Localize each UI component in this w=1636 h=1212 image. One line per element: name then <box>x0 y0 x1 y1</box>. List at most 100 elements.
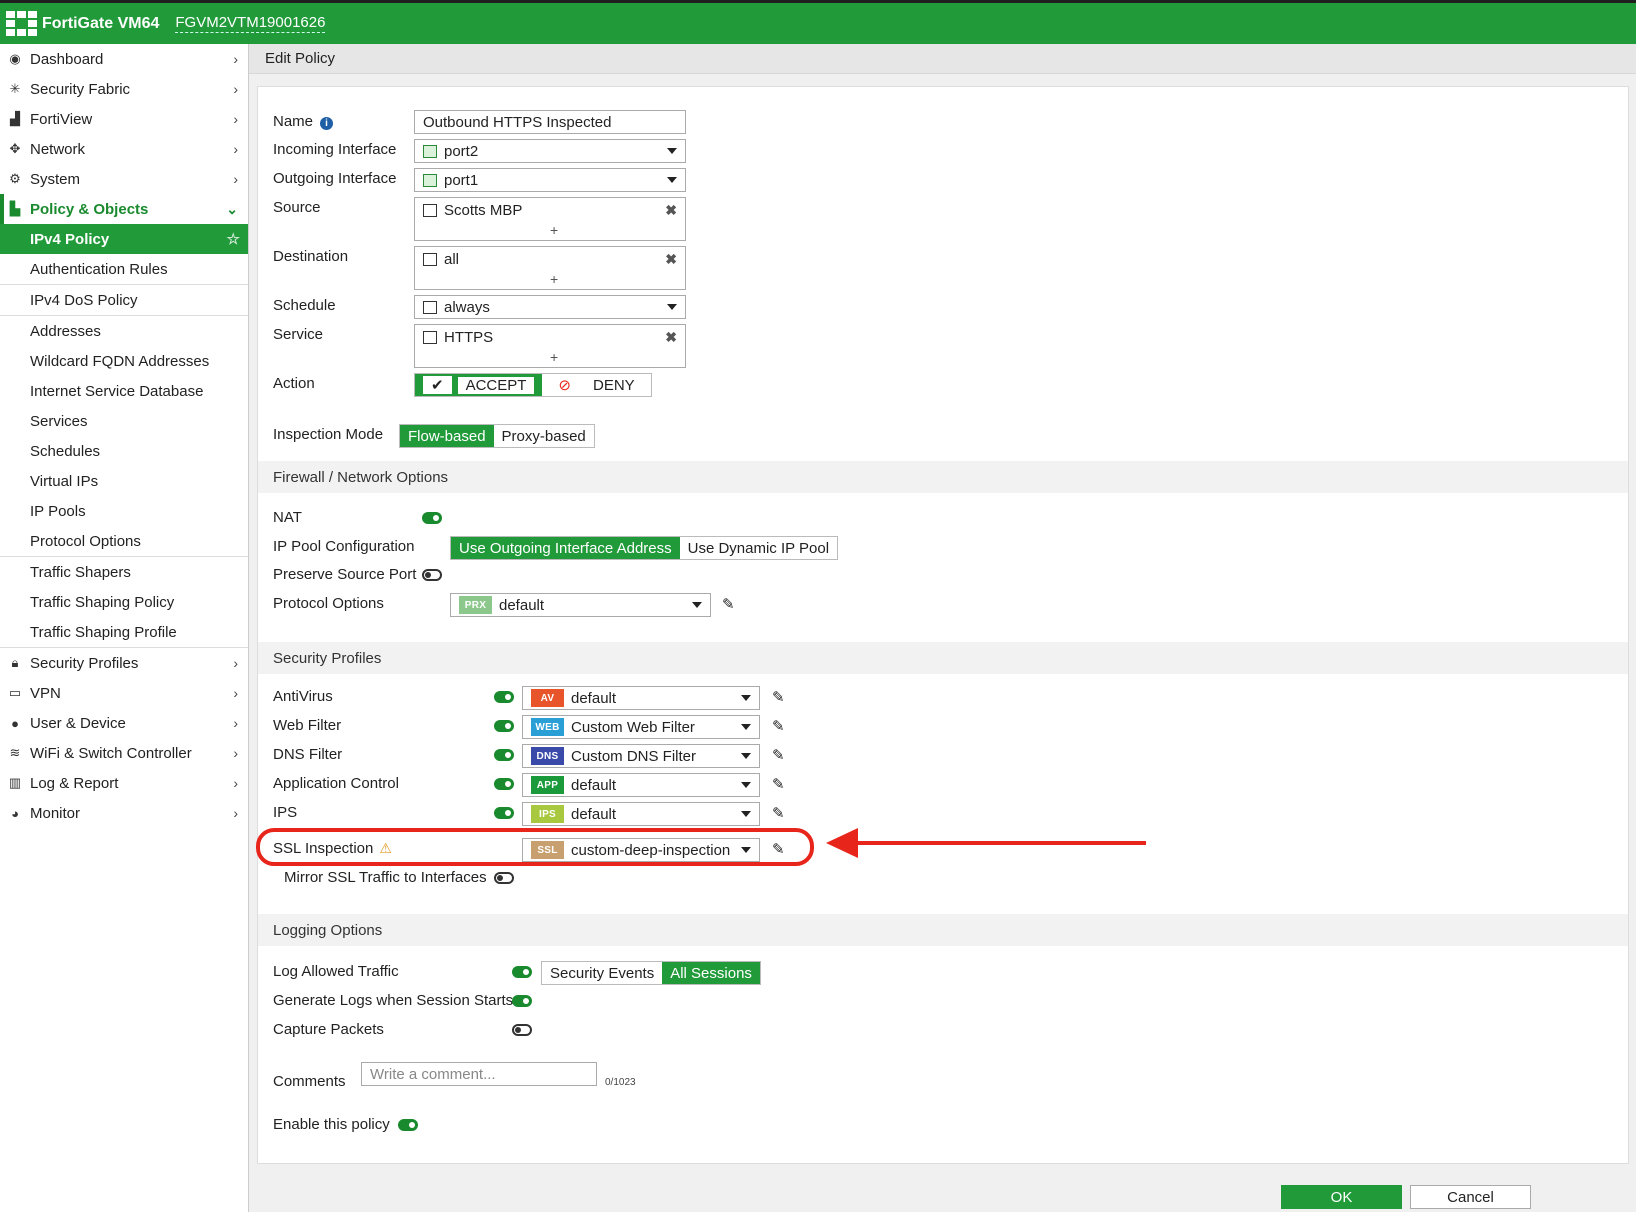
add-icon[interactable]: + <box>550 349 558 365</box>
edit-pencil-icon[interactable]: ✎ <box>772 746 785 764</box>
enable-policy-toggle[interactable] <box>398 1119 418 1131</box>
web-badge: WEB <box>531 718 564 736</box>
highlight-annotation <box>256 828 814 866</box>
application-control-toggle[interactable] <box>494 778 514 790</box>
address-icon <box>423 204 437 217</box>
network-icon: ✥ <box>9 141 21 156</box>
antivirus-toggle[interactable] <box>494 691 514 703</box>
cancel-button[interactable]: Cancel <box>1410 1185 1531 1209</box>
destination-field[interactable]: all ✖ + <box>414 246 686 290</box>
clock-icon <box>423 300 437 314</box>
sidebar-sub-addresses[interactable]: Addresses <box>0 316 248 346</box>
sidebar-item-monitor[interactable]: ◕ Monitor › <box>0 798 248 828</box>
user-icon: ● <box>11 715 19 731</box>
sidebar-sub-authentication-rules[interactable]: Authentication Rules <box>0 254 248 284</box>
outgoing-interface-select[interactable]: port1 <box>414 168 686 192</box>
nat-toggle[interactable] <box>422 512 442 524</box>
edit-pencil-icon[interactable]: ✎ <box>772 688 785 706</box>
sidebar-sub-services[interactable]: Services <box>0 406 248 436</box>
protocol-options-select[interactable]: PRX default <box>450 593 711 617</box>
sidebar-item-network[interactable]: ✥ Network › <box>0 134 248 164</box>
sidebar-item-wifi-switch[interactable]: ≋ WiFi & Switch Controller › <box>0 738 248 768</box>
info-icon[interactable]: i <box>320 117 334 130</box>
sidebar-item-vpn[interactable]: ▭ VPN › <box>0 678 248 708</box>
dns-filter-select[interactable]: DNS Custom DNS Filter <box>522 744 760 768</box>
sidebar-sub-ip-pools[interactable]: IP Pools <box>0 496 248 526</box>
edit-policy-form: Name i Outbound HTTPS Inspected Incoming … <box>257 86 1629 1164</box>
sidebar-sub-schedules[interactable]: Schedules <box>0 436 248 466</box>
sidebar-item-policy-objects[interactable]: ▙ Policy & Objects ⌄ <box>0 194 248 224</box>
application-control-select[interactable]: APP default <box>522 773 760 797</box>
sidebar-sub-internet-service-db[interactable]: Internet Service Database <box>0 376 248 406</box>
sidebar-sub-ipv4-dos-policy[interactable]: IPv4 DoS Policy <box>0 285 248 315</box>
log-allowed-traffic-label: Log Allowed Traffic <box>273 963 399 980</box>
comments-input[interactable]: Write a comment... <box>361 1062 597 1086</box>
deny-button[interactable]: ⊘ DENY <box>542 374 651 396</box>
remove-icon[interactable]: ✖ <box>665 251 677 268</box>
chevron-right-icon: › <box>233 171 238 187</box>
sidebar-item-system[interactable]: ⚙ System › <box>0 164 248 194</box>
sidebar-sub-traffic-shapers[interactable]: Traffic Shapers <box>0 557 248 587</box>
flow-based-button[interactable]: Flow-based <box>400 425 494 447</box>
interface-icon <box>423 144 437 158</box>
caret-down-icon <box>741 695 751 701</box>
edit-pencil-icon[interactable]: ✎ <box>772 775 785 793</box>
sidebar-item-security-fabric[interactable]: ✳ Security Fabric › <box>0 74 248 104</box>
web-filter-toggle[interactable] <box>494 720 514 732</box>
web-filter-select[interactable]: WEB Custom Web Filter <box>522 715 760 739</box>
security-profiles-header: Security Profiles <box>258 642 1628 674</box>
edit-pencil-icon[interactable]: ✎ <box>722 595 735 613</box>
ips-toggle[interactable] <box>494 807 514 819</box>
sidebar-sub-traffic-shaping-policy[interactable]: Traffic Shaping Policy <box>0 587 248 617</box>
add-icon[interactable]: + <box>550 222 558 238</box>
chevron-right-icon: › <box>233 805 238 821</box>
ok-button[interactable]: OK <box>1281 1185 1402 1209</box>
capture-packets-label: Capture Packets <box>273 1021 384 1038</box>
serial-number[interactable]: FGVM2VTM19001626 <box>175 14 326 33</box>
preserve-source-port-toggle[interactable] <box>422 569 442 581</box>
add-icon[interactable]: + <box>550 271 558 287</box>
use-dynamic-ip-pool-button[interactable]: Use Dynamic IP Pool <box>679 537 838 559</box>
sidebar-sub-ipv4-policy[interactable]: IPv4 Policy ☆ <box>0 224 248 254</box>
mirror-ssl-toggle[interactable] <box>494 872 514 884</box>
use-outgoing-interface-button[interactable]: Use Outgoing Interface Address <box>451 537 680 559</box>
sidebar: ◉ Dashboard › ✳ Security Fabric › ▟ FortiView… <box>0 44 249 1212</box>
session-start-toggle[interactable] <box>512 995 532 1007</box>
preserve-source-port-label: Preserve Source Port <box>273 566 417 583</box>
log-allowed-traffic-toggle[interactable] <box>512 966 532 978</box>
sidebar-item-user-device[interactable]: ● User & Device › <box>0 708 248 738</box>
proxy-based-button[interactable]: Proxy-based <box>493 425 594 447</box>
sidebar-sub-wildcard-fqdn[interactable]: Wildcard FQDN Addresses <box>0 346 248 376</box>
accept-button[interactable]: ✔ ACCEPT <box>415 374 543 396</box>
incoming-interface-select[interactable]: port2 <box>414 139 686 163</box>
sidebar-sub-virtual-ips[interactable]: Virtual IPs <box>0 466 248 496</box>
sidebar-sub-protocol-options[interactable]: Protocol Options <box>0 526 248 556</box>
firewall-section-header: Firewall / Network Options <box>258 461 1628 493</box>
remove-icon[interactable]: ✖ <box>665 202 677 219</box>
sidebar-item-log-report[interactable]: ▥ Log & Report › <box>0 768 248 798</box>
sidebar-item-dashboard[interactable]: ◉ Dashboard › <box>0 44 248 74</box>
sidebar-item-security-profiles[interactable]: 🔒︎ Security Profiles › <box>0 648 248 678</box>
service-field[interactable]: HTTPS ✖ + <box>414 324 686 368</box>
ip-pool-label: IP Pool Configuration <box>273 538 415 555</box>
web-filter-label: Web Filter <box>273 717 342 734</box>
dns-filter-toggle[interactable] <box>494 749 514 761</box>
sidebar-sub-traffic-shaping-profile[interactable]: Traffic Shaping Profile <box>0 617 248 647</box>
all-sessions-button[interactable]: All Sessions <box>662 962 760 984</box>
source-field[interactable]: Scotts MBP ✖ + <box>414 197 686 241</box>
edit-pencil-icon[interactable]: ✎ <box>772 717 785 735</box>
capture-packets-toggle[interactable] <box>512 1024 532 1036</box>
star-icon[interactable]: ☆ <box>227 230 240 248</box>
remove-icon[interactable]: ✖ <box>665 329 677 346</box>
comments-counter: 0/1023 <box>605 1077 636 1088</box>
schedule-select[interactable]: always <box>414 295 686 319</box>
outgoing-interface-label: Outgoing Interface <box>273 170 397 187</box>
edit-pencil-icon[interactable]: ✎ <box>772 804 785 822</box>
chevron-down-icon: ⌄ <box>226 200 238 217</box>
dashboard-icon: ◉ <box>9 51 21 66</box>
sidebar-item-fortiview[interactable]: ▟ FortiView › <box>0 104 248 134</box>
antivirus-select[interactable]: AV default <box>522 686 760 710</box>
security-events-button[interactable]: Security Events <box>542 962 663 984</box>
ips-select[interactable]: IPS default <box>522 802 760 826</box>
name-input[interactable]: Outbound HTTPS Inspected <box>414 110 686 134</box>
